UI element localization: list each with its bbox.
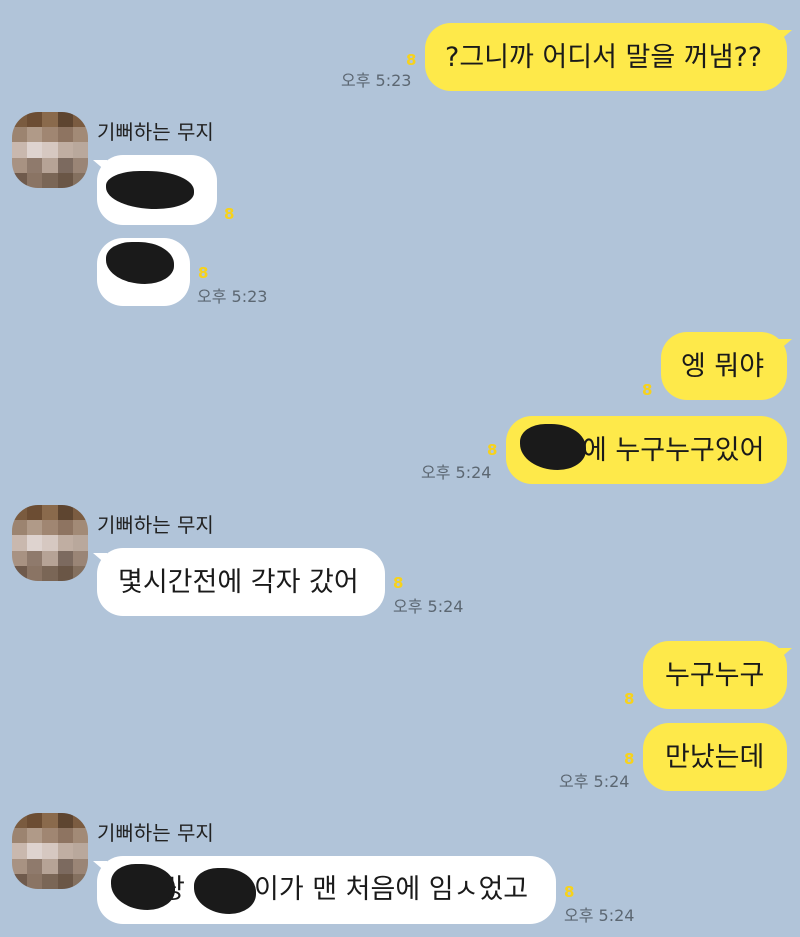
message-text: 몇시간전에 각자 갔어 xyxy=(118,566,359,598)
message-time: 오후 5:24 xyxy=(559,772,630,791)
bubble-tail xyxy=(778,648,792,660)
redacted-text xyxy=(194,868,256,914)
unread-count: 8 xyxy=(406,51,417,69)
unread-count: 8 xyxy=(564,883,575,901)
message-bubble-sent[interactable]: 에 누구누구있어 xyxy=(506,416,787,484)
bubble-tail xyxy=(93,553,107,565)
message-bubble-received[interactable]: 랑 이가 맨 처음에 임ㅅ었고 xyxy=(97,856,556,924)
contact-avatar[interactable] xyxy=(12,112,88,188)
message-bubble-sent[interactable]: 엥 뭐야 xyxy=(661,332,787,400)
unread-count: 8 xyxy=(624,750,635,768)
unread-count: 8 xyxy=(393,574,404,592)
message-text: ?그니까 어디서 말을 꺼냄?? xyxy=(445,41,763,73)
bubble-tail xyxy=(778,339,792,351)
message-text: 엥 뭐야 xyxy=(681,350,765,382)
unread-count: 8 xyxy=(224,205,235,223)
message-text: 만났는데 xyxy=(665,741,765,773)
contact-name: 기뻐하는 무지 xyxy=(97,120,214,144)
message-bubble-received[interactable] xyxy=(97,238,190,306)
message-time: 오후 5:24 xyxy=(564,906,635,925)
contact-name: 기뻐하는 무지 xyxy=(97,821,214,845)
message-text-part2: 이가 맨 처음에 임ㅅ었고 xyxy=(254,874,529,905)
message-bubble-received[interactable]: 몇시간전에 각자 갔어 xyxy=(97,548,385,616)
message-time: 오후 5:24 xyxy=(421,463,492,482)
bubble-tail xyxy=(93,160,107,172)
message-text-part1: 랑 xyxy=(160,874,185,905)
bubble-tail xyxy=(93,861,107,873)
message-bubble-sent[interactable]: 만났는데 xyxy=(643,723,787,791)
message-bubble-received[interactable] xyxy=(97,155,217,225)
message-bubble-sent[interactable]: 누구누구 xyxy=(643,641,787,709)
contact-avatar[interactable] xyxy=(12,505,88,581)
message-bubble-sent[interactable]: ?그니까 어디서 말을 꺼냄?? xyxy=(425,23,787,91)
message-text: 에 누구누구있어 xyxy=(582,434,765,466)
redacted-text xyxy=(106,171,194,209)
unread-count: 8 xyxy=(624,690,635,708)
redacted-text xyxy=(106,242,174,284)
message-time: 오후 5:23 xyxy=(197,287,268,306)
message-time: 오후 5:23 xyxy=(341,71,412,90)
redacted-text xyxy=(520,424,586,470)
unread-count: 8 xyxy=(487,441,498,459)
message-text: 누구누구 xyxy=(665,659,765,691)
unread-count: 8 xyxy=(198,264,209,282)
bubble-tail xyxy=(778,30,792,42)
contact-name: 기뻐하는 무지 xyxy=(97,513,214,537)
contact-avatar[interactable] xyxy=(12,813,88,889)
unread-count: 8 xyxy=(642,381,653,399)
message-time: 오후 5:24 xyxy=(393,597,464,616)
